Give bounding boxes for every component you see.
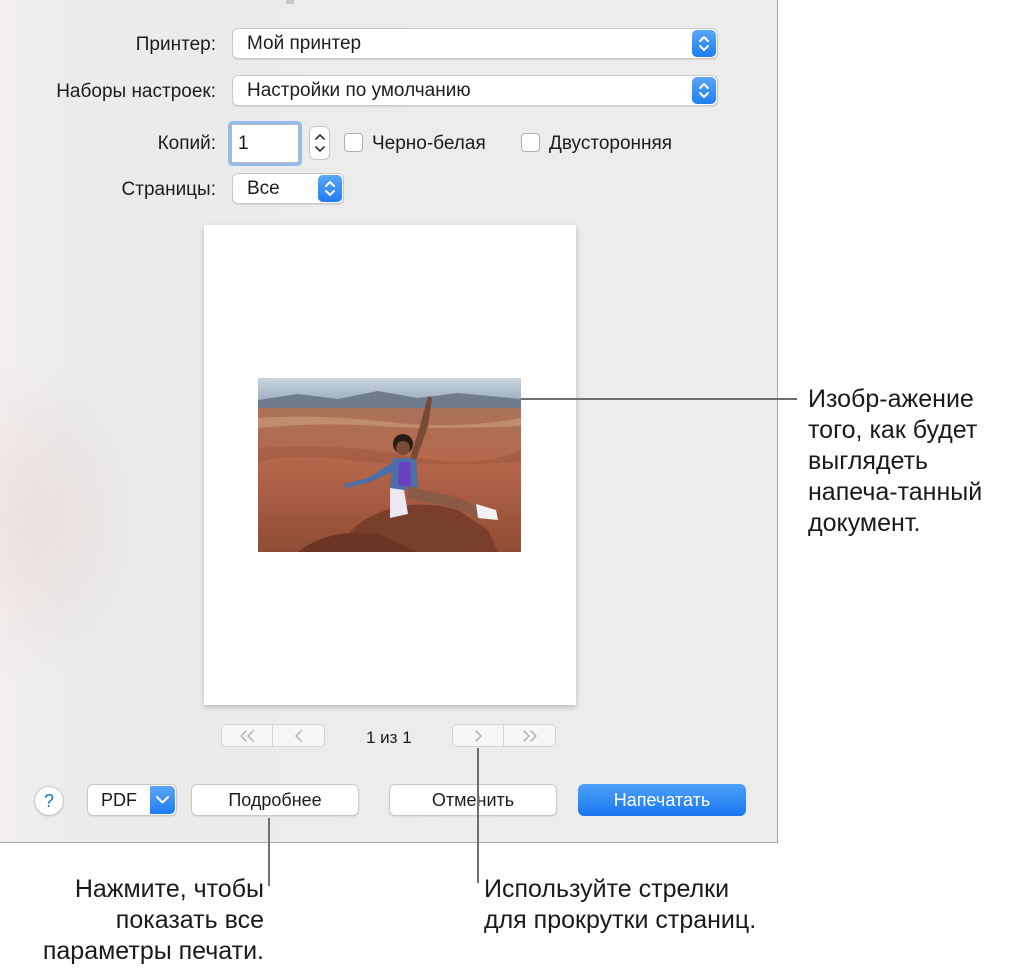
black-white-checkbox[interactable] — [344, 133, 363, 152]
updown-chevron-icon — [692, 30, 716, 57]
cancel-button[interactable]: Отменить — [389, 784, 557, 816]
preview-callout: Изобр-ажение того, как будет выглядеть н… — [808, 384, 982, 539]
printer-popup[interactable]: Мой принтер — [232, 28, 718, 59]
first-page-button[interactable] — [221, 724, 273, 747]
chevron-left-icon — [294, 729, 302, 742]
callout-line: параметры печати. — [42, 937, 264, 965]
callout-line: для прокрутки страниц. — [484, 906, 757, 934]
page-count: 1 из 1 — [366, 728, 412, 747]
details-callout-line — [268, 818, 270, 886]
print-dialog: Принтер: Мой принтер Наборы настроек: На… — [0, 0, 778, 843]
pages-popup[interactable]: Все — [232, 173, 344, 204]
double-chevron-left-icon — [240, 729, 254, 742]
copies-label: Копий: — [157, 133, 216, 154]
next-page-button[interactable] — [452, 724, 504, 747]
last-page-button[interactable] — [504, 724, 556, 747]
dialog-notch — [286, 0, 294, 4]
arrows-callout: Используйте стрелки для прокрутки страни… — [484, 874, 756, 936]
print-button[interactable]: Напечатать — [578, 784, 746, 816]
updown-chevron-icon — [692, 77, 716, 104]
presets-value: Настройки по умолчанию — [247, 80, 471, 101]
copies-field[interactable]: 1 — [231, 124, 299, 163]
pages-label: Страницы: — [121, 179, 216, 200]
page-nav-forward-group — [452, 724, 556, 747]
chevron-right-icon — [475, 729, 482, 742]
two-sided-label: Двусторонняя — [549, 133, 673, 154]
previous-page-button[interactable] — [273, 724, 325, 747]
preview-callout-line — [521, 398, 797, 400]
chevron-down-icon — [150, 786, 175, 814]
callout-line: напеча-танный — [808, 478, 983, 506]
arrows-callout-line — [477, 748, 479, 883]
show-details-button[interactable]: Подробнее — [191, 784, 359, 816]
page-nav-back-group — [221, 724, 325, 747]
printer-value: Мой принтер — [247, 33, 362, 54]
pdf-menu-button[interactable]: PDF — [87, 784, 177, 816]
details-callout: Нажмите, чтобы показать все параметры пе… — [0, 874, 264, 967]
presets-label: Наборы настроек: — [56, 81, 216, 102]
stepper-arrows-icon — [315, 134, 325, 152]
black-white-label: Черно-белая — [372, 133, 486, 154]
callout-line: выглядеть — [808, 447, 929, 475]
callout-line: показать все — [115, 906, 264, 934]
double-chevron-right-icon — [522, 729, 537, 742]
callout-line: Нажмите, чтобы — [74, 875, 264, 903]
copies-stepper[interactable] — [309, 126, 330, 160]
callout-line: Используйте стрелки — [484, 875, 730, 903]
callout-line: Изобр-ажение — [808, 385, 974, 413]
two-sided-checkbox[interactable] — [521, 133, 540, 152]
preview-photo — [258, 378, 521, 552]
pages-value: Все — [247, 178, 280, 199]
pdf-label: PDF — [101, 790, 137, 810]
help-button[interactable]: ? — [34, 786, 64, 816]
callout-line: того, как будет — [808, 416, 978, 444]
callout-line: документ. — [808, 509, 921, 537]
updown-chevron-icon — [318, 175, 342, 202]
presets-popup[interactable]: Настройки по умолчанию — [232, 75, 718, 106]
printer-label: Принтер: — [135, 34, 216, 55]
